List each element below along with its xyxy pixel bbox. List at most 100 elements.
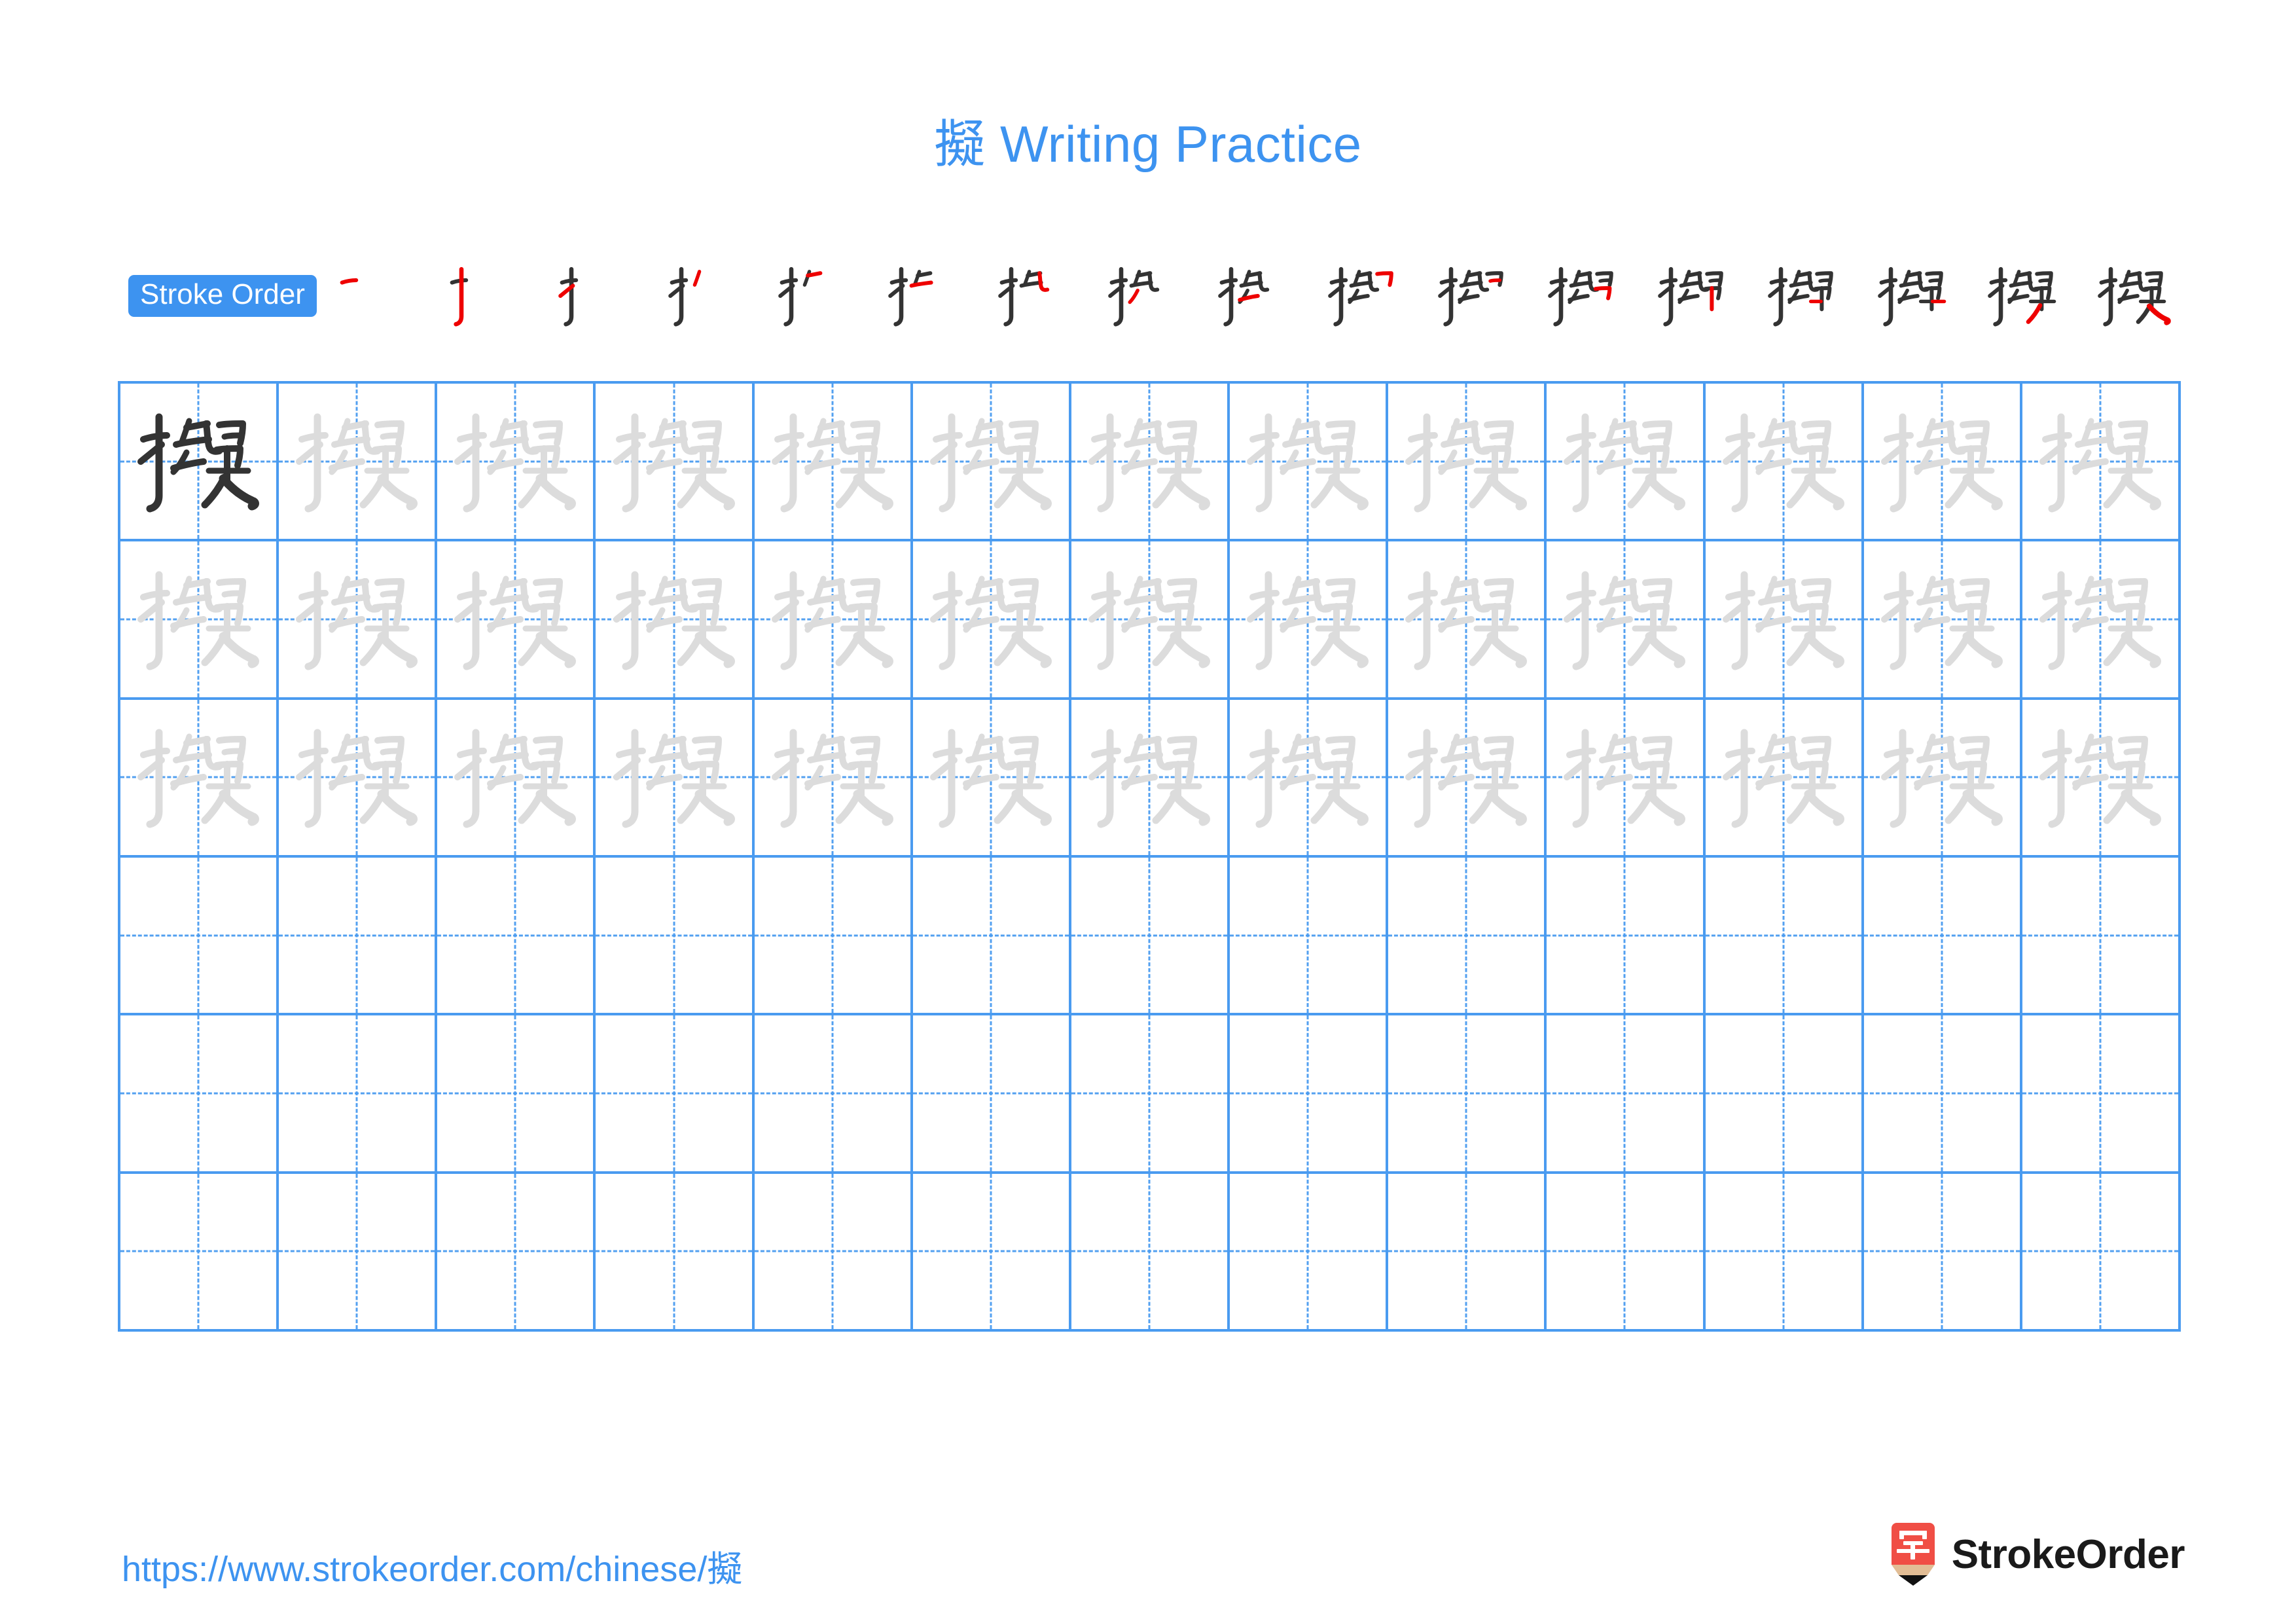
pencil-logo-icon xyxy=(1889,1523,1937,1586)
practice-cell[interactable] xyxy=(2022,1015,2181,1174)
practice-cell[interactable] xyxy=(1863,1015,2022,1174)
practice-cell[interactable] xyxy=(912,857,1071,1016)
practice-cell[interactable] xyxy=(596,699,755,858)
practice-cell[interactable] xyxy=(437,857,596,1016)
practice-cell[interactable] xyxy=(754,699,913,858)
practice-cell[interactable] xyxy=(596,1015,755,1174)
practice-cell[interactable] xyxy=(120,1173,279,1332)
practice-cell[interactable] xyxy=(120,384,279,542)
practice-cell[interactable] xyxy=(1547,1015,1706,1174)
stroke-step-1 xyxy=(326,257,424,335)
practice-cell[interactable] xyxy=(1863,541,2022,700)
footer-url[interactable]: https://www.strokeorder.com/chinese/擬 xyxy=(122,1540,742,1592)
practice-cell[interactable] xyxy=(279,857,438,1016)
tracing-character xyxy=(913,700,1069,855)
practice-cell[interactable] xyxy=(120,541,279,700)
practice-cell[interactable] xyxy=(1547,384,1706,542)
practice-cell[interactable] xyxy=(120,857,279,1016)
practice-cell[interactable] xyxy=(1071,1015,1230,1174)
tracing-character xyxy=(437,541,593,697)
practice-cell[interactable] xyxy=(1230,857,1389,1016)
practice-cell[interactable] xyxy=(912,1173,1071,1332)
practice-cell[interactable] xyxy=(2022,699,2181,858)
practice-cell[interactable] xyxy=(2022,541,2181,700)
tracing-character xyxy=(1706,700,1861,855)
practice-cell[interactable] xyxy=(1547,857,1706,1016)
practice-cell[interactable] xyxy=(437,1015,596,1174)
practice-cell[interactable] xyxy=(1071,541,1230,700)
stroke-order-steps xyxy=(326,257,2183,335)
practice-cell[interactable] xyxy=(1705,699,1864,858)
practice-row xyxy=(120,1015,2181,1174)
practice-cell[interactable] xyxy=(1230,541,1389,700)
practice-cell[interactable] xyxy=(754,857,913,1016)
practice-cell[interactable] xyxy=(1388,541,1547,700)
practice-cell[interactable] xyxy=(1705,541,1864,700)
practice-cell[interactable] xyxy=(1071,857,1230,1016)
stroke-step-4 xyxy=(656,257,754,335)
page-title-text: Writing Practice xyxy=(999,115,1362,173)
practice-cell[interactable] xyxy=(912,541,1071,700)
practice-cell[interactable] xyxy=(1547,699,1706,858)
practice-cell[interactable] xyxy=(1071,1173,1230,1332)
practice-cell[interactable] xyxy=(437,1173,596,1332)
stroke-step-9 xyxy=(1206,257,1304,335)
practice-row xyxy=(120,1173,2181,1332)
practice-cell[interactable] xyxy=(1071,384,1230,542)
brand-logo[interactable]: StrokeOrder xyxy=(1889,1523,2185,1586)
practice-cell[interactable] xyxy=(2022,1173,2181,1332)
practice-cell[interactable] xyxy=(279,699,438,858)
practice-cell[interactable] xyxy=(1547,1173,1706,1332)
practice-cell[interactable] xyxy=(1705,1015,1864,1174)
practice-cell[interactable] xyxy=(754,384,913,542)
practice-cell[interactable] xyxy=(437,384,596,542)
practice-cell[interactable] xyxy=(1705,1173,1864,1332)
tracing-character xyxy=(437,384,593,539)
practice-cell[interactable] xyxy=(1230,384,1389,542)
practice-cell[interactable] xyxy=(1388,1015,1547,1174)
practice-cell[interactable] xyxy=(912,384,1071,542)
practice-cell[interactable] xyxy=(596,1173,755,1332)
practice-cell[interactable] xyxy=(2022,857,2181,1016)
tracing-character xyxy=(2022,384,2178,539)
practice-cell[interactable] xyxy=(279,384,438,542)
practice-grid xyxy=(118,381,2181,1332)
tracing-character xyxy=(596,384,751,539)
practice-cell[interactable] xyxy=(912,1015,1071,1174)
practice-cell[interactable] xyxy=(1388,384,1547,542)
practice-cell[interactable] xyxy=(596,857,755,1016)
tracing-character xyxy=(1864,384,2020,539)
practice-cell[interactable] xyxy=(1388,699,1547,858)
practice-cell[interactable] xyxy=(754,1015,913,1174)
practice-cell[interactable] xyxy=(1388,1173,1547,1332)
practice-cell[interactable] xyxy=(1388,857,1547,1016)
practice-cell[interactable] xyxy=(754,1173,913,1332)
stroke-step-12 xyxy=(1535,257,1634,335)
tracing-character xyxy=(755,384,910,539)
practice-cell[interactable] xyxy=(596,384,755,542)
practice-cell[interactable] xyxy=(1705,384,1864,542)
practice-cell[interactable] xyxy=(279,541,438,700)
practice-cell[interactable] xyxy=(279,1173,438,1332)
practice-cell[interactable] xyxy=(120,1015,279,1174)
practice-cell[interactable] xyxy=(1863,384,2022,542)
practice-cell[interactable] xyxy=(1547,541,1706,700)
tracing-character xyxy=(1864,700,2020,855)
practice-cell[interactable] xyxy=(1705,857,1864,1016)
practice-cell[interactable] xyxy=(1230,1173,1389,1332)
practice-cell[interactable] xyxy=(1230,699,1389,858)
practice-cell[interactable] xyxy=(596,541,755,700)
practice-cell[interactable] xyxy=(120,699,279,858)
practice-cell[interactable] xyxy=(1863,857,2022,1016)
practice-cell[interactable] xyxy=(437,541,596,700)
practice-cell[interactable] xyxy=(279,1015,438,1174)
practice-cell[interactable] xyxy=(1863,1173,2022,1332)
practice-cell[interactable] xyxy=(1071,699,1230,858)
brand-name: StrokeOrder xyxy=(1951,1531,2185,1577)
practice-cell[interactable] xyxy=(912,699,1071,858)
practice-cell[interactable] xyxy=(754,541,913,700)
practice-cell[interactable] xyxy=(1230,1015,1389,1174)
practice-cell[interactable] xyxy=(2022,384,2181,542)
practice-cell[interactable] xyxy=(1863,699,2022,858)
practice-cell[interactable] xyxy=(437,699,596,858)
